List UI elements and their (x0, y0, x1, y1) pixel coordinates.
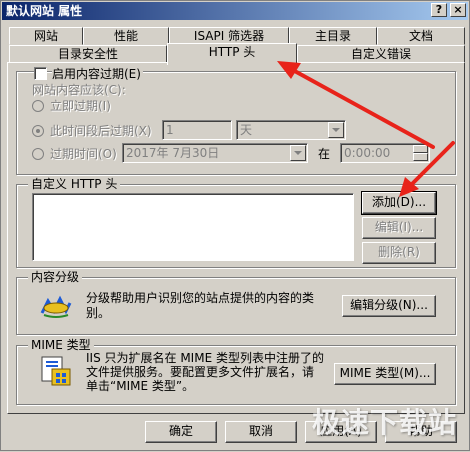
mime-icon (38, 355, 74, 387)
help-icon[interactable]: ? (431, 3, 447, 17)
expire-after-label: 此时间段后过期(X) (50, 124, 152, 138)
tab-custom-errors[interactable]: 自定义错误 (297, 45, 465, 63)
custom-http-list[interactable] (32, 193, 354, 261)
window-title: 默认网站 属性 (6, 4, 83, 18)
chevron-down-icon[interactable] (290, 145, 306, 161)
chevron-down-icon[interactable] (328, 122, 344, 138)
edit-ratings-button[interactable]: 编辑分级(N)... (342, 295, 436, 317)
tab-home-directory[interactable]: 主目录 (289, 27, 377, 45)
tab-website[interactable]: 网站 (9, 27, 83, 45)
ratings-icon (38, 291, 74, 321)
ok-button[interactable]: 确定 (145, 421, 217, 443)
add-header-button[interactable]: 添加(D)... (361, 191, 437, 215)
expire-after-value[interactable]: 1 (162, 120, 232, 140)
expire-immediately-label: 立即过期(I) (50, 99, 111, 113)
content-should-label: 网站内容应该(C): (32, 83, 126, 97)
expire-after-unit: 天 (240, 123, 253, 137)
properties-window: 默认网站 属性 ? × 网站 性能 ISAPI 筛选器 主目录 文档 目录安全性… (0, 0, 470, 451)
cancel-button[interactable]: 取消 (225, 421, 297, 443)
content-ratings-legend: 内容分级 (28, 270, 83, 284)
http-headers-panel: 启用内容过期(E) 网站内容应该(C): 立即过期(I) 此时间段后过期(X) … (7, 62, 465, 414)
expire-time-field[interactable]: 0:00:00 (340, 143, 430, 163)
mime-description: IIS 只为扩展名在 MIME 类型列表中注册了的文件提供服务。要配置更多文件扩… (86, 351, 324, 393)
close-icon[interactable]: × (450, 3, 466, 17)
mime-types-legend: MIME 类型 (28, 338, 94, 352)
mime-types-button[interactable]: MIME 类型(M)... (334, 363, 436, 385)
tab-documents[interactable]: 文档 (377, 27, 465, 45)
spin-up-icon[interactable] (413, 145, 428, 153)
title-bar: 默认网站 属性 (2, 2, 468, 20)
ratings-description: 分级帮助用户识别您的站点提供的内容的类别。 (86, 291, 315, 320)
expire-after-unit-select[interactable]: 天 (236, 120, 346, 140)
tab-performance[interactable]: 性能 (83, 27, 169, 45)
expire-date-value: 2017年 7月30日 (126, 146, 220, 160)
expire-immediately-radio[interactable] (32, 100, 44, 112)
watermark-logo: 极速下载站 (311, 406, 457, 439)
custom-http-legend: 自定义 HTTP 头 (28, 177, 121, 191)
edit-header-button[interactable]: 编辑(I)... (362, 217, 436, 239)
expire-date-picker[interactable]: 2017年 7月30日 (122, 143, 308, 163)
expire-on-radio[interactable] (32, 148, 44, 160)
enable-expiry-label: 启用内容过期(E) (52, 67, 143, 81)
tab-directory-security[interactable]: 目录安全性 (9, 45, 167, 63)
expire-after-radio[interactable] (32, 125, 44, 137)
spin-down-icon[interactable] (413, 153, 428, 161)
at-label: 在 (318, 147, 331, 161)
expire-on-label: 过期时间(O) (50, 147, 117, 161)
delete-header-button[interactable]: 删除(R) (362, 242, 436, 264)
enable-expiry-checkbox[interactable] (34, 67, 47, 80)
expire-time-value: 0:00:00 (344, 146, 391, 160)
tab-http-headers[interactable]: HTTP 头 (167, 43, 297, 65)
